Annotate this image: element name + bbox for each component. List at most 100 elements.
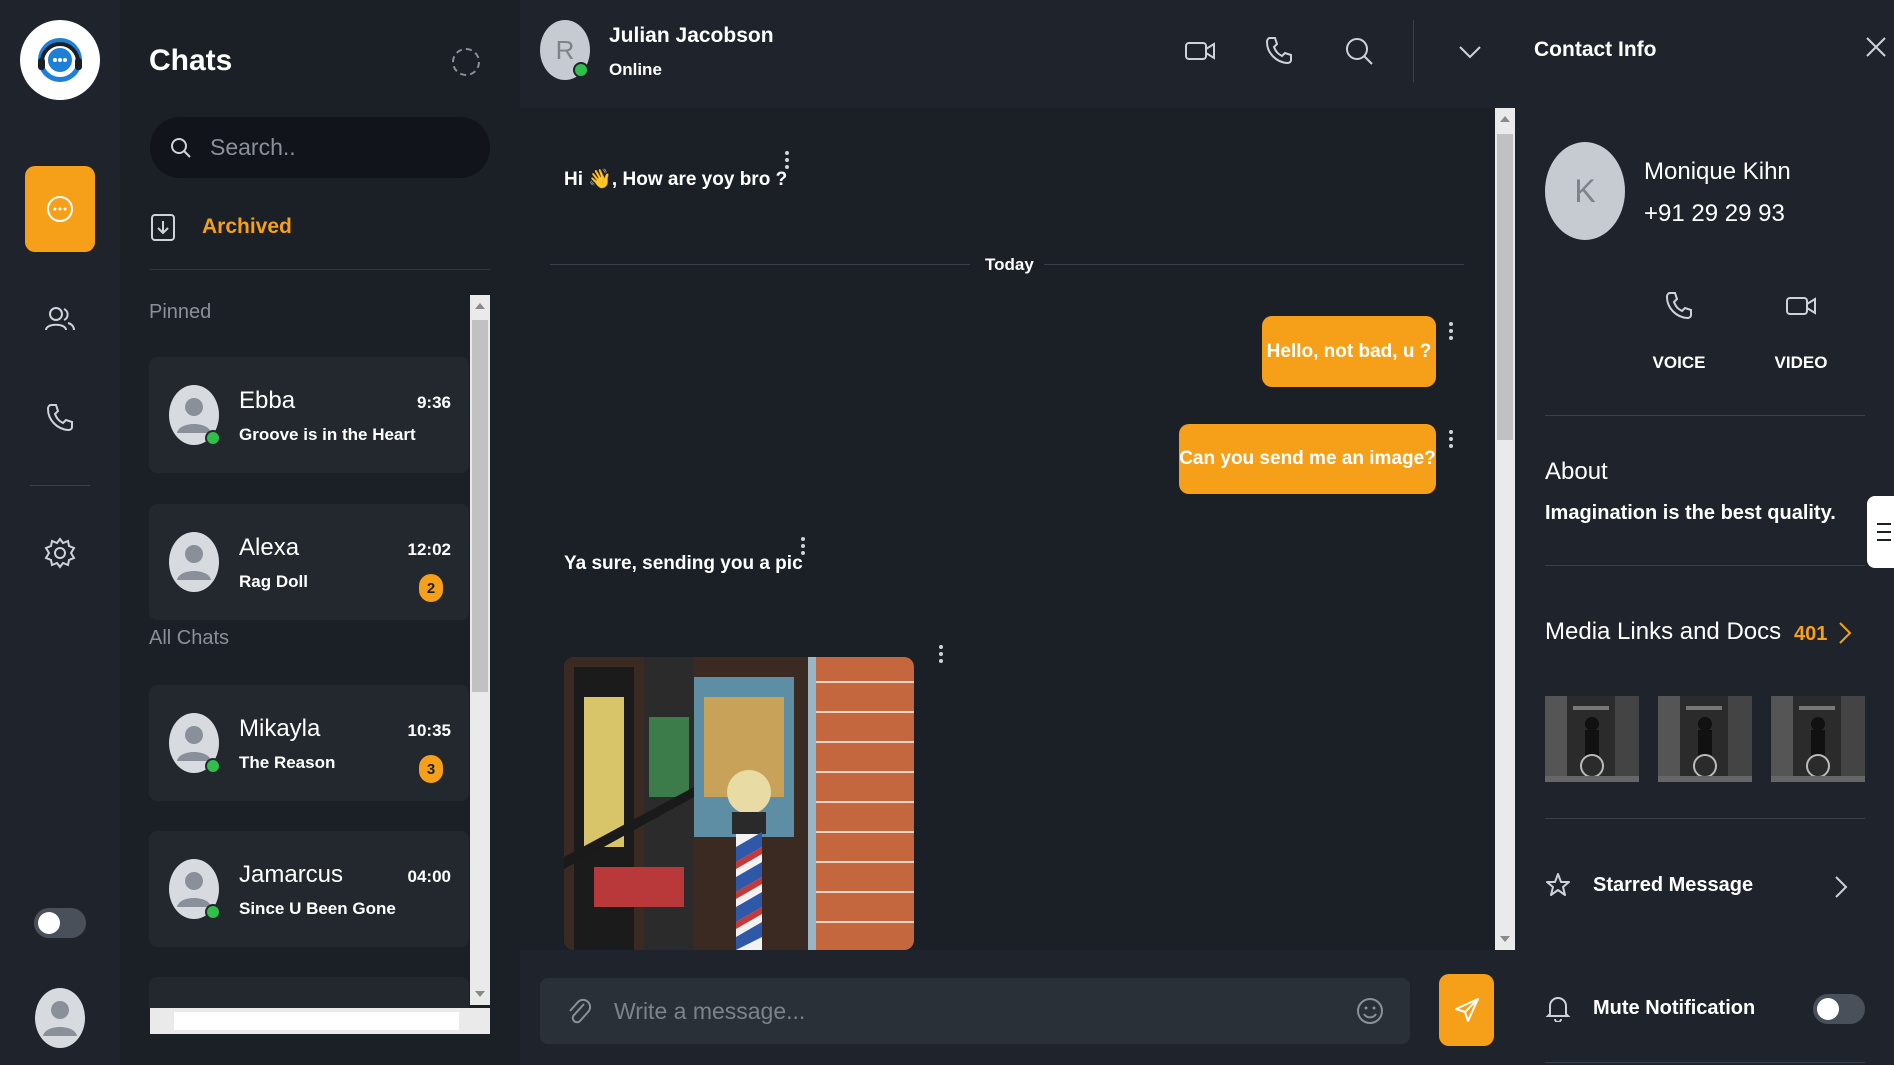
chat-list-panel: Chats Archived Pinned Ebba Groove is in … bbox=[120, 0, 520, 1065]
message-menu-icon[interactable] bbox=[785, 151, 789, 169]
about-heading: About bbox=[1545, 458, 1608, 485]
compose-bar bbox=[520, 950, 1515, 1065]
message-menu-icon[interactable] bbox=[801, 537, 805, 555]
phone-icon bbox=[1665, 292, 1692, 320]
chat-name: Jamarcus bbox=[239, 861, 344, 888]
cyclist-photo bbox=[1771, 696, 1865, 782]
scroll-down-arrow[interactable] bbox=[475, 991, 485, 997]
paperclip-icon[interactable] bbox=[566, 996, 592, 1026]
chat-last-message: Since U Been Gone bbox=[239, 899, 396, 918]
cyclist-photo bbox=[1545, 696, 1639, 782]
media-count: 401 bbox=[1794, 623, 1828, 645]
app-logo bbox=[20, 20, 100, 100]
message-menu-icon[interactable] bbox=[1449, 430, 1453, 448]
search-box[interactable] bbox=[150, 117, 490, 178]
archived-link[interactable]: Archived bbox=[150, 212, 292, 242]
phone-icon[interactable] bbox=[1264, 34, 1294, 68]
search-input[interactable] bbox=[210, 134, 470, 161]
avatar bbox=[169, 532, 219, 592]
video-call-button[interactable]: VIDEO bbox=[1761, 290, 1841, 373]
message-menu-icon[interactable] bbox=[1449, 322, 1453, 340]
headset-chat-icon bbox=[38, 38, 82, 82]
message-menu-icon[interactable] bbox=[939, 645, 943, 663]
media-thumbnail[interactable] bbox=[1545, 696, 1639, 782]
chevron-down-icon[interactable] bbox=[1457, 34, 1483, 68]
contact-avatar: K bbox=[1545, 142, 1625, 240]
refresh-icon[interactable] bbox=[452, 48, 480, 76]
chat-list-hscrollbar[interactable] bbox=[150, 1008, 490, 1034]
chat-last-message: Groove is in the Heart bbox=[239, 425, 416, 444]
starred-messages-row[interactable]: Starred Message bbox=[1545, 872, 1753, 898]
online-indicator bbox=[205, 430, 221, 446]
cyclist-photo bbox=[1658, 696, 1752, 782]
contact-info-title: Contact Info bbox=[1534, 38, 1657, 61]
nav-calls-button[interactable] bbox=[25, 374, 95, 460]
chat-item-partial[interactable] bbox=[149, 977, 469, 1008]
message-field[interactable] bbox=[540, 978, 1410, 1044]
settings-drawer-tab[interactable] bbox=[1867, 496, 1894, 568]
all-chats-heading: All Chats bbox=[149, 627, 230, 649]
chat-last-message: The Reason bbox=[239, 753, 336, 772]
close-icon[interactable] bbox=[1865, 36, 1887, 58]
conversation-panel: R Julian Jacobson Online Hi 👋, How are y… bbox=[520, 0, 1515, 1065]
message-input[interactable] bbox=[614, 997, 1314, 1025]
nav-settings-button[interactable] bbox=[25, 510, 95, 596]
send-icon bbox=[1454, 998, 1479, 1022]
mute-label: Mute Notification bbox=[1593, 996, 1756, 1019]
sliders-icon bbox=[1877, 523, 1891, 541]
media-thumbnail[interactable] bbox=[1771, 696, 1865, 782]
scroll-down-arrow[interactable] bbox=[1500, 936, 1510, 942]
conversation-header: R Julian Jacobson Online bbox=[520, 0, 1515, 108]
emoji-icon[interactable] bbox=[1356, 997, 1384, 1025]
user-silhouette-icon bbox=[43, 1001, 77, 1036]
phone-icon bbox=[46, 404, 73, 432]
scroll-up-arrow[interactable] bbox=[475, 303, 485, 309]
media-heading[interactable]: Media Links and Docs bbox=[1545, 618, 1781, 646]
media-thumbnail[interactable] bbox=[1658, 696, 1752, 782]
mute-notification-row: Mute Notification bbox=[1545, 994, 1755, 1022]
unread-badge: 2 bbox=[419, 574, 443, 602]
chevron-right-icon[interactable] bbox=[1833, 874, 1849, 900]
list-divider bbox=[150, 269, 490, 270]
send-button[interactable] bbox=[1439, 974, 1494, 1046]
chat-item-alexa[interactable]: Alexa Rag Doll 12:02 2 bbox=[149, 504, 469, 620]
contact-name[interactable]: Julian Jacobson bbox=[609, 24, 774, 48]
voice-call-button[interactable]: VOICE bbox=[1639, 290, 1719, 373]
incoming-message: Ya sure, sending you a pic bbox=[564, 553, 803, 574]
nav-chats-button[interactable] bbox=[25, 166, 95, 252]
mute-toggle[interactable] bbox=[1813, 994, 1865, 1024]
search-icon[interactable] bbox=[1344, 34, 1374, 68]
video-call-icon[interactable] bbox=[1184, 34, 1216, 68]
nav-contacts-button[interactable] bbox=[25, 276, 95, 362]
chat-item-jamarcus[interactable]: Jamarcus Since U Been Gone 04:00 bbox=[149, 831, 469, 947]
contact-status: Online bbox=[609, 60, 662, 79]
chat-item-ebba[interactable]: Ebba Groove is in the Heart 9:36 bbox=[149, 357, 469, 473]
user-silhouette-icon bbox=[177, 545, 211, 580]
outgoing-message: Hello, not bad, u ? bbox=[1262, 316, 1436, 387]
chat-item-mikayla[interactable]: Mikayla The Reason 10:35 3 bbox=[149, 685, 469, 801]
date-divider: Today bbox=[985, 255, 1034, 274]
about-text: Imagination is the best quality. bbox=[1545, 502, 1836, 524]
search-icon bbox=[171, 137, 191, 158]
online-indicator bbox=[573, 62, 589, 78]
info-divider bbox=[1545, 415, 1865, 416]
chevron-right-icon[interactable] bbox=[1837, 620, 1853, 646]
chat-time: 12:02 bbox=[407, 540, 451, 559]
users-icon bbox=[45, 307, 75, 331]
user-avatar[interactable] bbox=[35, 988, 85, 1048]
chat-list-scrollbar[interactable] bbox=[470, 295, 490, 1005]
divider-line bbox=[550, 264, 970, 265]
scroll-up-arrow[interactable] bbox=[1500, 116, 1510, 122]
shared-image[interactable] bbox=[564, 657, 914, 950]
voice-label: VOICE bbox=[1652, 353, 1706, 372]
scrollbar-thumb[interactable] bbox=[1497, 134, 1513, 440]
app-rail bbox=[0, 0, 120, 1065]
info-divider bbox=[1545, 1062, 1865, 1063]
chat-name: Ebba bbox=[239, 387, 296, 414]
theme-toggle[interactable] bbox=[34, 908, 86, 938]
scrollbar-thumb[interactable] bbox=[174, 1012, 459, 1030]
barber-pole-photo bbox=[564, 657, 914, 950]
archived-label: Archived bbox=[202, 215, 292, 238]
scrollbar-thumb[interactable] bbox=[472, 320, 488, 692]
message-scrollbar[interactable] bbox=[1495, 108, 1515, 950]
